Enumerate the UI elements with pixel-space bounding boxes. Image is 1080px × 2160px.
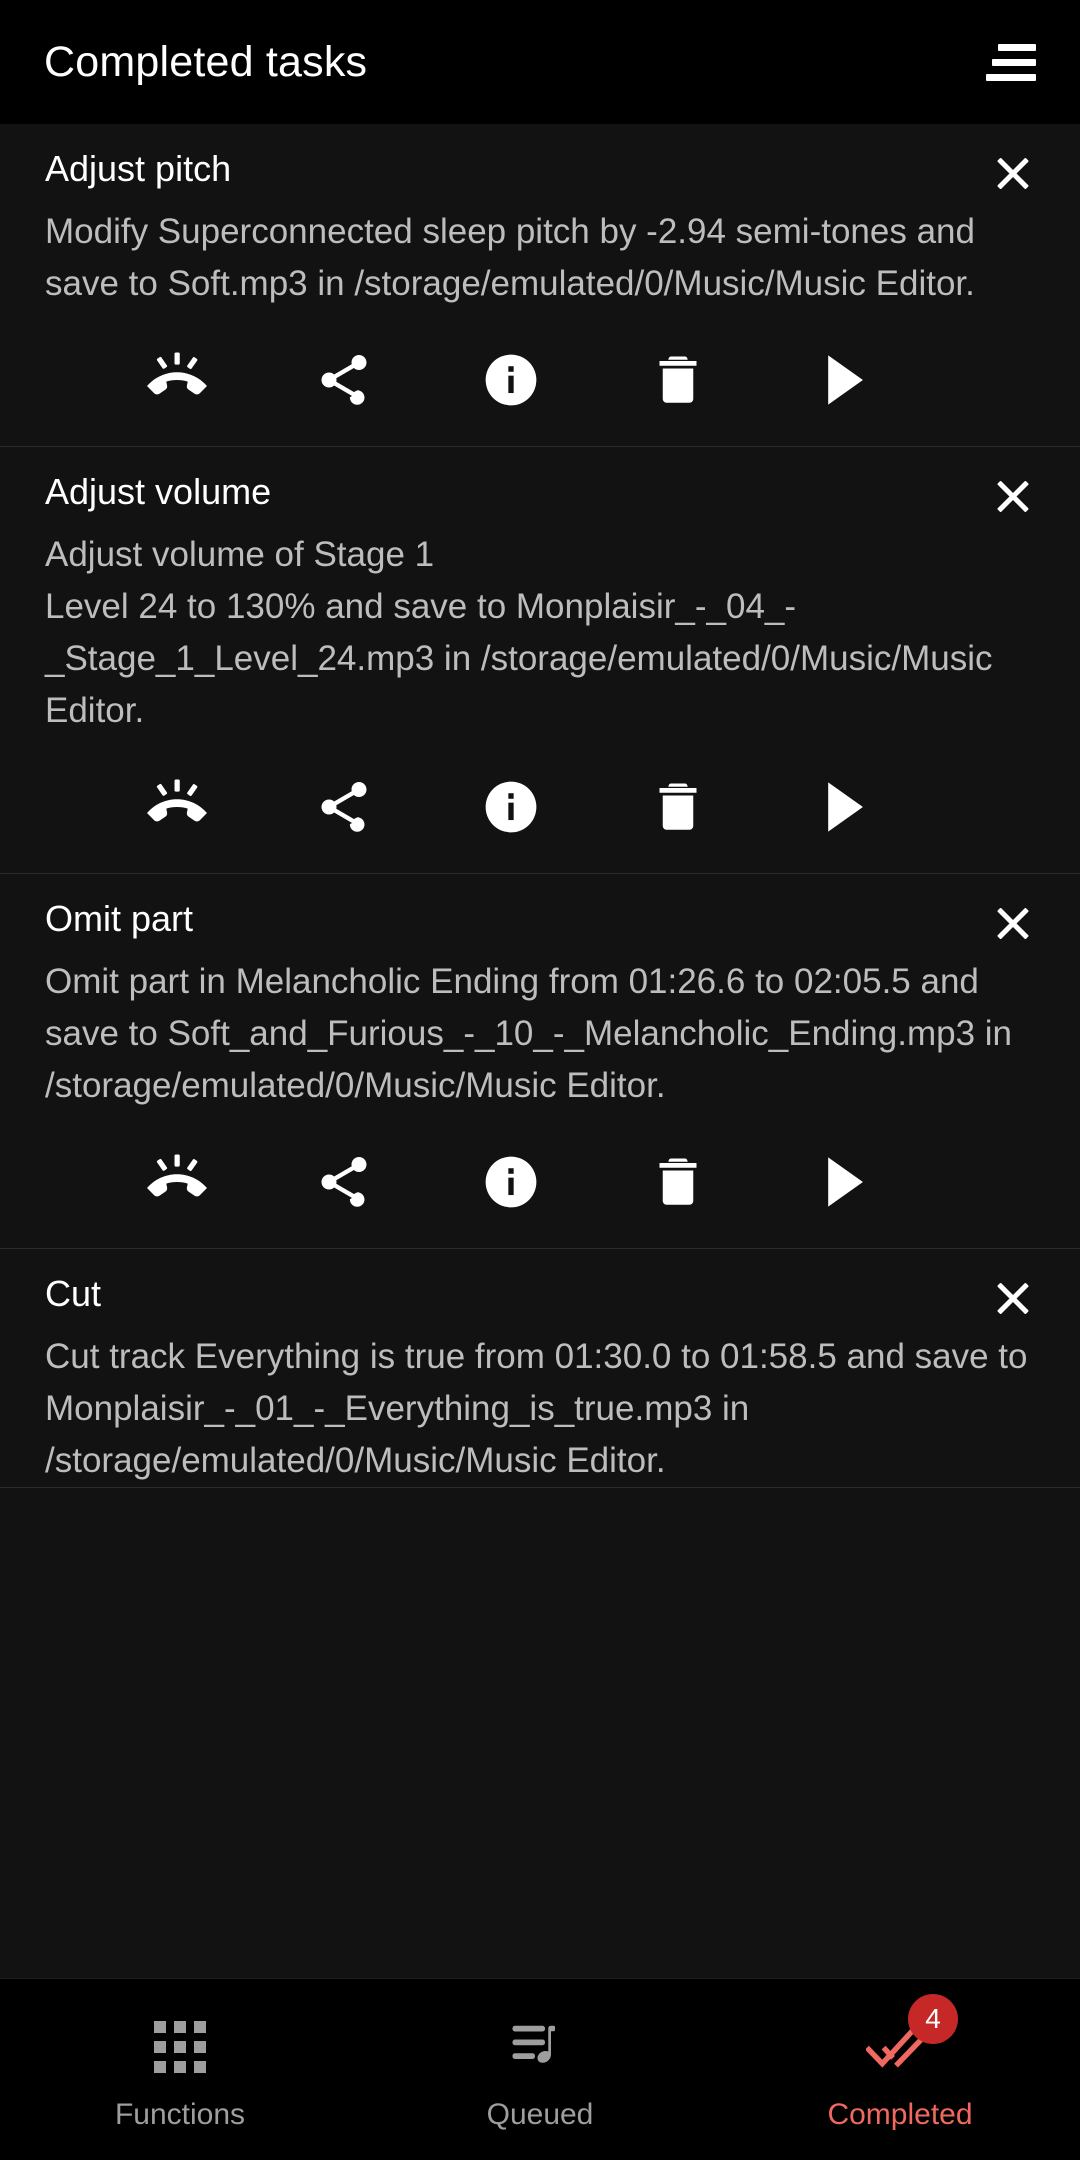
- play-icon[interactable]: [809, 771, 881, 843]
- info-icon[interactable]: [475, 771, 547, 843]
- close-icon[interactable]: [982, 142, 1044, 204]
- play-icon[interactable]: [809, 344, 881, 416]
- task-card[interactable]: Cut Cut track Everything is true from 01…: [0, 1249, 1080, 1488]
- share-icon[interactable]: [308, 771, 380, 843]
- page-title: Completed tasks: [44, 37, 368, 86]
- sort-icon-line: [998, 43, 1036, 51]
- task-header: Adjust volume: [45, 469, 1040, 527]
- sort-icon[interactable]: [980, 34, 1036, 90]
- nav-label-completed: Completed: [827, 2097, 973, 2131]
- grid-icon: [142, 2016, 218, 2078]
- task-header: Omit part: [45, 896, 1040, 954]
- sort-icon-line: [992, 58, 1036, 66]
- ringtone-icon[interactable]: [141, 1146, 213, 1218]
- task-header: Cut: [45, 1271, 1040, 1329]
- share-icon[interactable]: [308, 344, 380, 416]
- task-title: Omit part: [45, 898, 194, 939]
- nav-item-completed[interactable]: 4 Completed: [720, 1979, 1080, 2160]
- task-description: Adjust volume of Stage 1 Level 24 to 130…: [45, 535, 993, 730]
- delete-icon[interactable]: [642, 344, 714, 416]
- task-actions: [141, 1112, 881, 1248]
- sort-icon-line: [986, 73, 1036, 81]
- nav-label-queued: Queued: [486, 2097, 594, 2131]
- app-screen: Completed tasks Adjust pitch Modify Supe…: [0, 0, 1080, 2160]
- queue-music-icon: [502, 2016, 578, 2078]
- delete-icon[interactable]: [642, 771, 714, 843]
- ringtone-icon[interactable]: [141, 344, 213, 416]
- task-card[interactable]: Adjust pitch Modify Superconnected sleep…: [0, 124, 1080, 447]
- delete-icon[interactable]: [642, 1146, 714, 1218]
- ringtone-icon[interactable]: [141, 771, 213, 843]
- task-description: Modify Superconnected sleep pitch by -2.…: [45, 212, 975, 303]
- close-icon[interactable]: [982, 892, 1044, 954]
- app-bar: Completed tasks: [0, 0, 1080, 124]
- bottom-navigation: Functions Queued 4 Completed: [0, 1978, 1080, 2160]
- nav-item-functions[interactable]: Functions: [0, 1979, 360, 2160]
- share-icon[interactable]: [308, 1146, 380, 1218]
- nav-item-queued[interactable]: Queued: [360, 1979, 720, 2160]
- task-title: Adjust volume: [45, 471, 272, 512]
- info-icon[interactable]: [475, 344, 547, 416]
- task-title: Cut: [45, 1273, 102, 1314]
- task-title: Adjust pitch: [45, 148, 232, 189]
- play-icon[interactable]: [809, 1146, 881, 1218]
- task-description: Cut track Everything is true from 01:30.…: [45, 1337, 1028, 1480]
- task-actions: [141, 310, 881, 446]
- close-icon[interactable]: [982, 1267, 1044, 1329]
- status-badge: 4: [908, 1993, 958, 2044]
- task-card[interactable]: Adjust volume Adjust volume of Stage 1 L…: [0, 447, 1080, 874]
- task-card[interactable]: Omit part Omit part in Melancholic Endin…: [0, 874, 1080, 1249]
- info-icon[interactable]: [475, 1146, 547, 1218]
- nav-label-functions: Functions: [114, 2097, 246, 2131]
- task-actions: [141, 737, 881, 873]
- task-description: Omit part in Melancholic Ending from 01:…: [45, 962, 1012, 1105]
- completed-task-list[interactable]: Adjust pitch Modify Superconnected sleep…: [0, 124, 1080, 1978]
- task-header: Adjust pitch: [45, 146, 1040, 204]
- done-all-icon: 4: [862, 1993, 958, 2078]
- close-icon[interactable]: [982, 465, 1044, 527]
